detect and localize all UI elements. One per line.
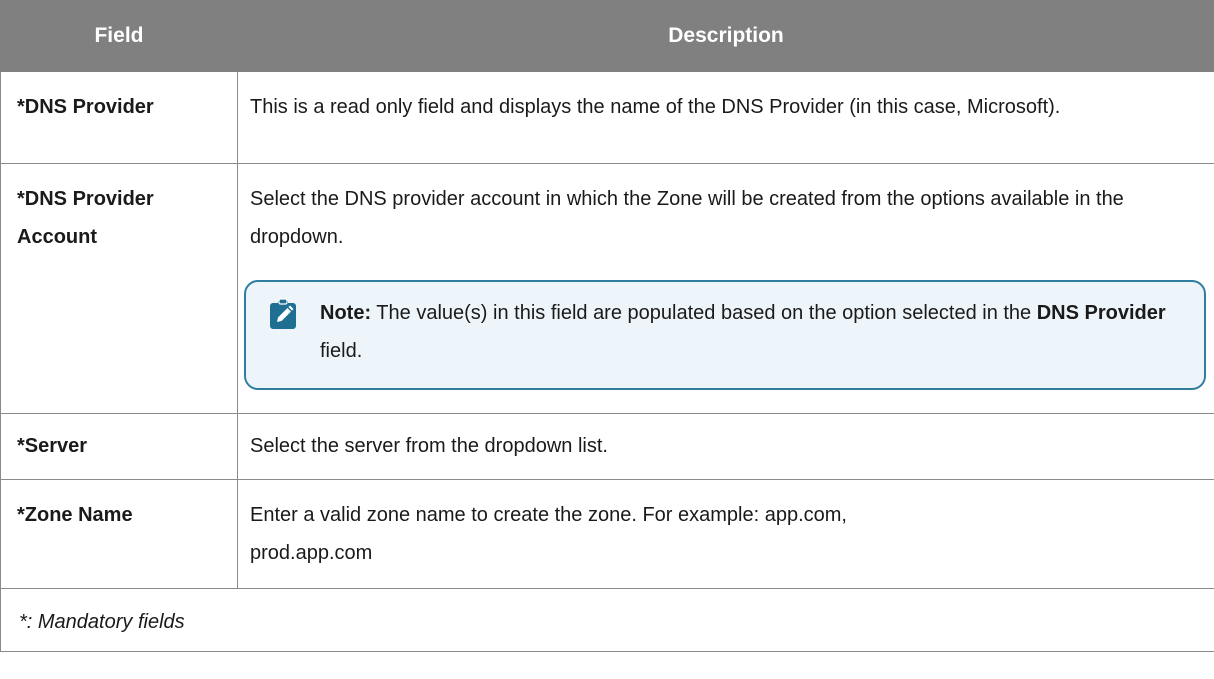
table-row: *DNS Provider This is a read only field … bbox=[0, 71, 1214, 164]
description-line: prod.app.com bbox=[250, 542, 373, 564]
note-body-end: field. bbox=[320, 340, 363, 362]
note-body: The value(s) in this field are populated… bbox=[371, 302, 1037, 324]
note-box: Note: The value(s) in this field are pop… bbox=[244, 280, 1206, 390]
table-row: *Server Select the server from the dropd… bbox=[0, 413, 1214, 480]
description-dns-provider-account: Select the DNS provider account in which… bbox=[237, 163, 1214, 414]
table-footnote-row: *: Mandatory fields bbox=[0, 588, 1214, 652]
description-text: Select the server from the dropdown list… bbox=[250, 435, 608, 457]
pencil-note-icon bbox=[270, 298, 296, 329]
field-dns-provider-account: *DNS Provider Account bbox=[0, 163, 238, 414]
header-description: Description bbox=[237, 0, 1214, 72]
description-zone-name: Enter a valid zone name to create the zo… bbox=[237, 479, 1214, 589]
header-field: Field bbox=[0, 0, 238, 72]
footnote: *: Mandatory fields bbox=[0, 588, 1214, 652]
note-label: Note: bbox=[320, 302, 372, 324]
field-label-line: Account bbox=[17, 226, 97, 248]
description-server: Select the server from the dropdown list… bbox=[237, 413, 1214, 480]
note-text: Note: The value(s) in this field are pop… bbox=[320, 294, 1184, 370]
field-zone-name: *Zone Name bbox=[0, 479, 238, 589]
description-line: Enter a valid zone name to create the zo… bbox=[250, 504, 847, 526]
table-row: *Zone Name Enter a valid zone name to cr… bbox=[0, 479, 1214, 589]
table-header-row: Field Description bbox=[0, 0, 1214, 72]
fields-table: Field Description *DNS Provider This is … bbox=[0, 0, 1214, 652]
note-emphasis: DNS Provider bbox=[1036, 302, 1166, 324]
field-dns-provider: *DNS Provider bbox=[0, 71, 238, 164]
table-row: *DNS Provider Account Select the DNS pro… bbox=[0, 163, 1214, 414]
field-server: *Server bbox=[0, 413, 238, 480]
description-text: This is a read only field and displays t… bbox=[250, 96, 1061, 118]
field-label-line: *DNS Provider bbox=[17, 188, 154, 210]
description-dns-provider: This is a read only field and displays t… bbox=[237, 71, 1214, 164]
description-text: Select the DNS provider account in which… bbox=[250, 188, 1124, 248]
